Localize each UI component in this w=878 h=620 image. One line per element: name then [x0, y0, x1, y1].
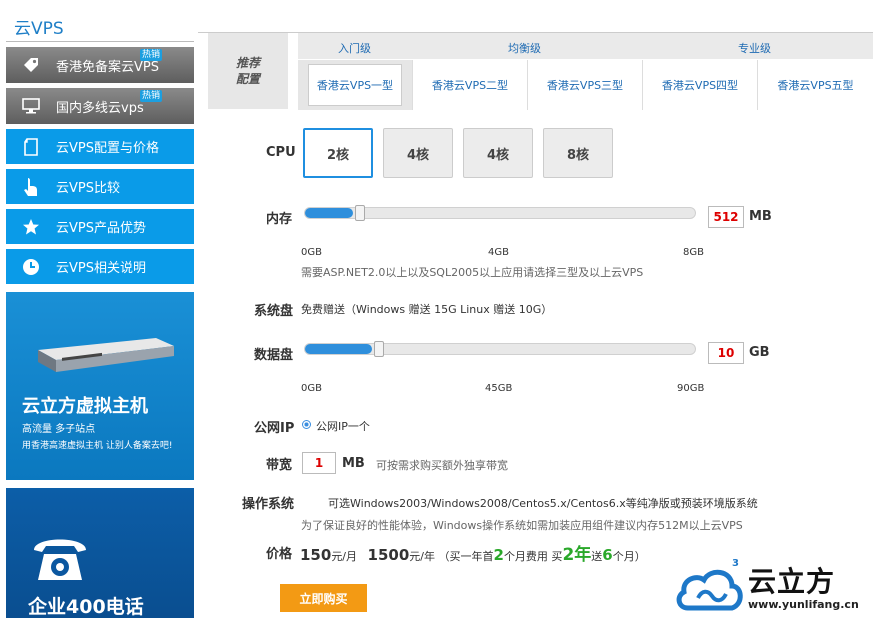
data-disk-tick-max: 90GB	[677, 383, 705, 394]
data-disk-slider-fill	[305, 344, 372, 354]
hot-badge: 热销	[140, 90, 163, 102]
sidebar-title: 云VPS	[6, 10, 194, 42]
recommended-config-label: 推荐 配置	[208, 33, 288, 109]
os-text: 可选Windows2003/Windows2008/Centos5.x/Cent…	[328, 497, 758, 510]
hot-badge: 热销	[140, 49, 163, 61]
sidebar-item-label: 云VPS相关说明	[56, 261, 146, 276]
data-disk-unit: GB	[749, 345, 770, 360]
telephone-icon	[34, 539, 86, 580]
plan-list: 香港云VPS一型 香港云VPS二型 香港云VPS三型 香港云VPS四型 香港云V…	[298, 60, 873, 110]
ad-title: 企业400电话	[28, 596, 144, 618]
tag-icon	[6, 56, 56, 74]
logo-superscript: 3	[732, 558, 739, 569]
memory-label: 内存	[266, 212, 293, 227]
ad-slogan: 用香港高速虚拟主机 让别人备案去吧!	[22, 441, 173, 451]
sidebar-item-compare[interactable]: 云VPS比较	[6, 169, 194, 204]
sidebar-item-config-price[interactable]: 云VPS配置与价格	[6, 129, 194, 164]
sidebar-item-label: 云VPS比较	[56, 181, 120, 196]
virtual-host-ad-banner[interactable]: 云立方虚拟主机 高流量 多子站点 用香港高速虚拟主机 让别人备案去吧!	[6, 292, 194, 480]
os-note: 为了保证良好的性能体验，Windows操作系统如需加装应用组件建议内存512M以…	[301, 519, 743, 532]
cpu-option-2core[interactable]: 2核	[303, 128, 373, 178]
tab-plan-3[interactable]: 香港云VPS三型	[528, 60, 643, 110]
clock-icon	[6, 258, 56, 276]
cpu-option-8core[interactable]: 8核	[543, 128, 613, 178]
monitor-icon	[6, 98, 56, 114]
ad-subtitle: 高流量 多子站点	[22, 424, 96, 435]
sidebar-item-cn-vps[interactable]: 国内多线云vps 热销	[6, 88, 194, 124]
os-label: 操作系统	[242, 497, 295, 512]
memory-slider-handle[interactable]	[355, 205, 365, 221]
memory-note: 需要ASP.NET2.0以上以及SQL2005以上应用请选择三型及以上云VPS	[301, 266, 644, 279]
logo-brand: 云立方	[748, 565, 836, 598]
data-disk-tick-mid: 45GB	[485, 383, 513, 394]
sidebar-item-label: 国内多线云vps	[56, 100, 144, 116]
memory-tick-mid: 4GB	[488, 247, 509, 258]
memory-value-box[interactable]: 512	[708, 206, 744, 228]
document-icon	[6, 137, 56, 156]
sidebar-item-advantages[interactable]: 云VPS产品优势	[6, 209, 194, 244]
system-disk-text: 免费赠送（Windows 赠送 15G Linux 赠送 10G）	[301, 303, 553, 316]
cpu-option-4core-b[interactable]: 4核	[463, 128, 533, 178]
cpu-label: CPU	[266, 145, 296, 160]
tab-plan-5[interactable]: 香港云VPS五型	[758, 60, 873, 110]
yunlifang-logo: 3 云立方 www.yunlifang.cn	[674, 558, 874, 616]
data-disk-slider-handle[interactable]	[374, 341, 384, 357]
tab-plan-4[interactable]: 香港云VPS四型	[643, 60, 758, 110]
buy-now-button[interactable]: 立即购买	[280, 584, 367, 612]
sidebar: 云VPS 香港免备案云VPS 热销 国内多线云vps 热销 云VPS配置与价格 …	[6, 10, 194, 618]
cloud-logo-icon	[676, 569, 743, 611]
bandwidth-input[interactable]: 1	[302, 452, 336, 474]
data-disk-tick-min: 0GB	[301, 383, 322, 394]
price-label: 价格	[266, 547, 293, 562]
plan-levels: 入门级 均衡级 专业级	[298, 33, 873, 59]
phone-400-ad-banner[interactable]: 企业400电话	[6, 488, 194, 618]
public-ip-radio[interactable]	[302, 420, 311, 429]
level-pro: 专业级	[738, 42, 771, 55]
data-disk-value-box[interactable]: 10	[708, 342, 744, 364]
bandwidth-note: 可按需求购买额外独享带宽	[376, 459, 508, 472]
bandwidth-label: 带宽	[266, 458, 293, 473]
public-ip-label: 公网IP	[254, 421, 295, 436]
system-disk-label: 系统盘	[254, 304, 294, 319]
memory-tick-min: 0GB	[301, 247, 322, 258]
memory-tick-max: 8GB	[683, 247, 704, 258]
sidebar-item-notes[interactable]: 云VPS相关说明	[6, 249, 194, 284]
sidebar-item-hk-vps[interactable]: 香港免备案云VPS 热销	[6, 47, 194, 83]
star-icon	[6, 218, 56, 236]
tab-plan-2[interactable]: 香港云VPS二型	[413, 60, 528, 110]
tab-plan-1[interactable]: 香港云VPS一型	[298, 60, 413, 110]
data-disk-slider[interactable]	[304, 341, 696, 357]
memory-unit: MB	[749, 209, 772, 224]
server-rack-icon	[38, 338, 174, 372]
level-entry: 入门级	[338, 42, 371, 55]
cpu-option-4core-a[interactable]: 4核	[383, 128, 453, 178]
data-disk-label: 数据盘	[254, 348, 294, 363]
logo-url: www.yunlifang.cn	[748, 598, 859, 611]
level-balanced: 均衡级	[508, 42, 541, 55]
price-monthly: 150	[300, 546, 332, 564]
price-yearly: 1500	[367, 546, 410, 564]
plan-tabs: 推荐 配置 入门级 均衡级 专业级 香港云VPS一型 香港云VPS二型 香港云VP…	[198, 32, 873, 112]
memory-slider[interactable]	[304, 205, 696, 221]
price-text: 150元/月 1500元/年 （买一年首2个月费用 买2年送6个月）	[300, 545, 646, 565]
sidebar-item-label: 云VPS产品优势	[56, 221, 146, 236]
pointer-hand-icon	[6, 177, 56, 197]
ad-title: 云立方虚拟主机	[22, 396, 148, 417]
sidebar-item-label: 云VPS配置与价格	[56, 141, 159, 156]
bandwidth-unit: MB	[342, 456, 365, 471]
public-ip-option: 公网IP一个	[316, 420, 370, 433]
memory-slider-fill	[305, 208, 353, 218]
